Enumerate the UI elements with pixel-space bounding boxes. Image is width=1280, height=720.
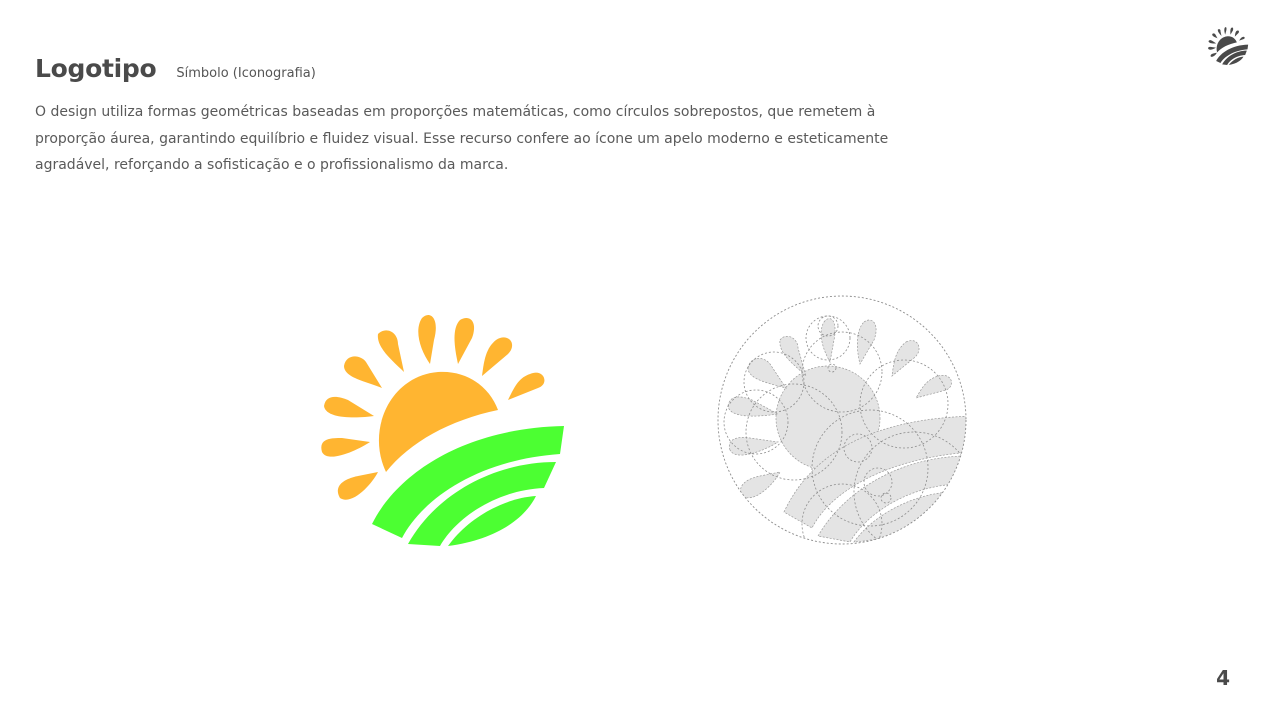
description-paragraph: O design utiliza formas geométricas base…	[35, 104, 889, 173]
page-subtitle: Símbolo (Iconografia)	[176, 66, 316, 81]
header: Logotipo Símbolo (Iconografia)	[35, 54, 316, 83]
slide: Logotipo Símbolo (Iconografia) O design …	[0, 0, 1280, 720]
page-number: 4	[1216, 666, 1230, 690]
corner-logo-icon	[1208, 27, 1249, 65]
page-title: Logotipo	[35, 54, 157, 83]
main-logo-icon	[321, 314, 564, 546]
construction-logo-icon	[717, 295, 967, 545]
